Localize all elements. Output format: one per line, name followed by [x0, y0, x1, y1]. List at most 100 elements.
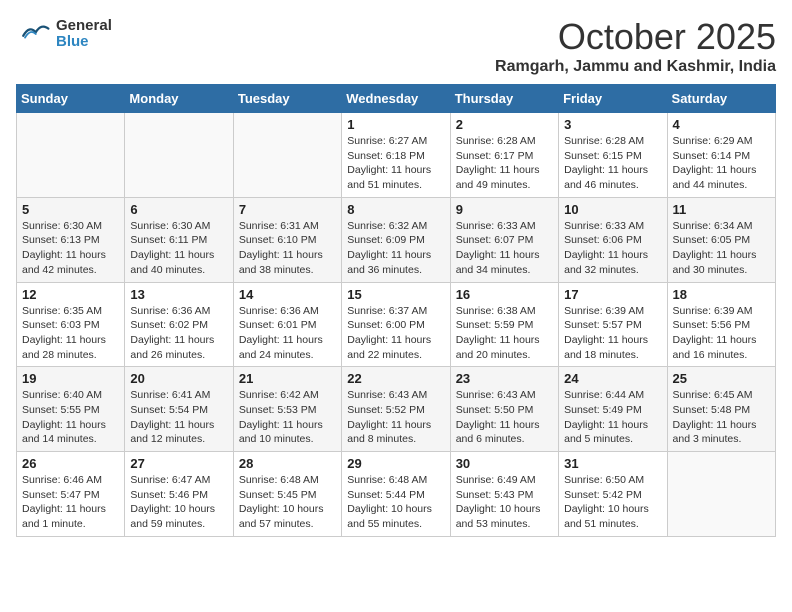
- day-number: 15: [347, 287, 444, 302]
- day-number: 8: [347, 202, 444, 217]
- day-info: Sunrise: 6:27 AMSunset: 6:18 PMDaylight:…: [347, 134, 444, 193]
- day-info: Sunrise: 6:37 AMSunset: 6:00 PMDaylight:…: [347, 304, 444, 363]
- day-number: 19: [22, 371, 119, 386]
- day-number: 11: [673, 202, 770, 217]
- day-info: Sunrise: 6:43 AMSunset: 5:52 PMDaylight:…: [347, 388, 444, 447]
- month-title: October 2025: [495, 16, 776, 58]
- day-number: 1: [347, 117, 444, 132]
- calendar-cell: 13 Sunrise: 6:36 AMSunset: 6:02 PMDayligh…: [125, 282, 233, 367]
- calendar-cell: 25Sunrise: 6:45 AMSunset: 5:48 PMDayligh…: [667, 367, 775, 452]
- calendar-header-thursday: Thursday: [450, 85, 558, 113]
- day-info: Sunrise: 6:46 AMSunset: 5:47 PMDaylight:…: [22, 473, 119, 532]
- calendar-cell: 14 Sunrise: 6:36 AMSunset: 6:01 PMDayligh…: [233, 282, 341, 367]
- day-info: Sunrise: 6:29 AMSunset: 6:14 PMDaylight:…: [673, 134, 770, 193]
- calendar-header-saturday: Saturday: [667, 85, 775, 113]
- calendar-cell: 6 Sunrise: 6:30 AMSunset: 6:11 PMDaylight…: [125, 197, 233, 282]
- calendar-header-monday: Monday: [125, 85, 233, 113]
- calendar-header-wednesday: Wednesday: [342, 85, 450, 113]
- calendar-cell: 2 Sunrise: 6:28 AMSunset: 6:17 PMDaylight…: [450, 113, 558, 198]
- calendar-cell: 19Sunrise: 6:40 AMSunset: 5:55 PMDayligh…: [17, 367, 125, 452]
- calendar-week-3: 12 Sunrise: 6:35 AMSunset: 6:03 PMDayligh…: [17, 282, 776, 367]
- day-info: Sunrise: 6:28 AMSunset: 6:15 PMDaylight:…: [564, 134, 661, 193]
- calendar-cell: 11 Sunrise: 6:34 AMSunset: 6:05 PMDayligh…: [667, 197, 775, 282]
- day-number: 5: [22, 202, 119, 217]
- calendar-cell: 10 Sunrise: 6:33 AMSunset: 6:06 PMDayligh…: [559, 197, 667, 282]
- day-info: Sunrise: 6:41 AMSunset: 5:54 PMDaylight:…: [130, 388, 227, 447]
- day-number: 24: [564, 371, 661, 386]
- day-number: 21: [239, 371, 336, 386]
- calendar-cell: 5 Sunrise: 6:30 AMSunset: 6:13 PMDaylight…: [17, 197, 125, 282]
- location-title: Ramgarh, Jammu and Kashmir, India: [495, 58, 776, 76]
- calendar-cell: [233, 113, 341, 198]
- calendar-cell: 21 Sunrise: 6:42 AMSunset: 5:53 PMDayligh…: [233, 367, 341, 452]
- title-area: October 2025 Ramgarh, Jammu and Kashmir,…: [495, 16, 776, 76]
- day-number: 9: [456, 202, 553, 217]
- day-info: Sunrise: 6:36 AMSunset: 6:02 PMDaylight:…: [130, 304, 227, 363]
- day-info: Sunrise: 6:38 AMSunset: 5:59 PMDaylight:…: [456, 304, 553, 363]
- calendar-cell: [17, 113, 125, 198]
- day-number: 3: [564, 117, 661, 132]
- header: General Blue October 2025 Ramgarh, Jammu…: [16, 16, 776, 76]
- day-info: Sunrise: 6:50 AMSunset: 5:42 PMDaylight:…: [564, 473, 661, 532]
- calendar-cell: 9 Sunrise: 6:33 AMSunset: 6:07 PMDaylight…: [450, 197, 558, 282]
- day-number: 14: [239, 287, 336, 302]
- logo-general-text: General: [56, 18, 112, 35]
- day-info: Sunrise: 6:33 AMSunset: 6:06 PMDaylight:…: [564, 219, 661, 278]
- calendar-cell: 26 Sunrise: 6:46 AMSunset: 5:47 PMDayligh…: [17, 452, 125, 537]
- day-number: 26: [22, 456, 119, 471]
- calendar-cell: 4 Sunrise: 6:29 AMSunset: 6:14 PMDaylight…: [667, 113, 775, 198]
- day-info: Sunrise: 6:36 AMSunset: 6:01 PMDaylight:…: [239, 304, 336, 363]
- calendar-cell: 16 Sunrise: 6:38 AMSunset: 5:59 PMDayligh…: [450, 282, 558, 367]
- day-info: Sunrise: 6:30 AMSunset: 6:11 PMDaylight:…: [130, 219, 227, 278]
- calendar-cell: 8Sunrise: 6:32 AMSunset: 6:09 PMDaylight…: [342, 197, 450, 282]
- calendar-cell: 12 Sunrise: 6:35 AMSunset: 6:03 PMDayligh…: [17, 282, 125, 367]
- day-info: Sunrise: 6:34 AMSunset: 6:05 PMDaylight:…: [673, 219, 770, 278]
- day-number: 20: [130, 371, 227, 386]
- day-number: 12: [22, 287, 119, 302]
- calendar-cell: 23Sunrise: 6:43 AMSunset: 5:50 PMDayligh…: [450, 367, 558, 452]
- day-info: Sunrise: 6:39 AMSunset: 5:56 PMDaylight:…: [673, 304, 770, 363]
- calendar-cell: 30 Sunrise: 6:49 AMSunset: 5:43 PMDayligh…: [450, 452, 558, 537]
- calendar-cell: 22 Sunrise: 6:43 AMSunset: 5:52 PMDayligh…: [342, 367, 450, 452]
- day-number: 22: [347, 371, 444, 386]
- calendar-cell: 15 Sunrise: 6:37 AMSunset: 6:00 PMDayligh…: [342, 282, 450, 367]
- calendar-header-tuesday: Tuesday: [233, 85, 341, 113]
- day-info: Sunrise: 6:47 AMSunset: 5:46 PMDaylight:…: [130, 473, 227, 532]
- logo: General Blue: [16, 16, 112, 52]
- calendar-week-5: 26 Sunrise: 6:46 AMSunset: 5:47 PMDayligh…: [17, 452, 776, 537]
- day-number: 23: [456, 371, 553, 386]
- calendar-cell: 17Sunrise: 6:39 AMSunset: 5:57 PMDayligh…: [559, 282, 667, 367]
- calendar-cell: 31Sunrise: 6:50 AMSunset: 5:42 PMDayligh…: [559, 452, 667, 537]
- day-number: 17: [564, 287, 661, 302]
- calendar-cell: 27 Sunrise: 6:47 AMSunset: 5:46 PMDayligh…: [125, 452, 233, 537]
- day-number: 25: [673, 371, 770, 386]
- logo-blue-text: Blue: [56, 34, 112, 51]
- day-number: 10: [564, 202, 661, 217]
- day-info: Sunrise: 6:49 AMSunset: 5:43 PMDaylight:…: [456, 473, 553, 532]
- calendar-header-row: SundayMondayTuesdayWednesdayThursdayFrid…: [17, 85, 776, 113]
- calendar-week-1: 1 Sunrise: 6:27 AMSunset: 6:18 PMDaylight…: [17, 113, 776, 198]
- calendar-week-2: 5 Sunrise: 6:30 AMSunset: 6:13 PMDaylight…: [17, 197, 776, 282]
- day-number: 28: [239, 456, 336, 471]
- calendar-cell: [667, 452, 775, 537]
- day-number: 30: [456, 456, 553, 471]
- day-info: Sunrise: 6:48 AMSunset: 5:44 PMDaylight:…: [347, 473, 444, 532]
- day-info: Sunrise: 6:33 AMSunset: 6:07 PMDaylight:…: [456, 219, 553, 278]
- day-number: 4: [673, 117, 770, 132]
- day-number: 16: [456, 287, 553, 302]
- day-info: Sunrise: 6:44 AMSunset: 5:49 PMDaylight:…: [564, 388, 661, 447]
- day-info: Sunrise: 6:42 AMSunset: 5:53 PMDaylight:…: [239, 388, 336, 447]
- day-number: 6: [130, 202, 227, 217]
- day-info: Sunrise: 6:35 AMSunset: 6:03 PMDaylight:…: [22, 304, 119, 363]
- calendar-header-sunday: Sunday: [17, 85, 125, 113]
- day-number: 27: [130, 456, 227, 471]
- calendar-header-friday: Friday: [559, 85, 667, 113]
- day-number: 2: [456, 117, 553, 132]
- day-info: Sunrise: 6:28 AMSunset: 6:17 PMDaylight:…: [456, 134, 553, 193]
- day-info: Sunrise: 6:31 AMSunset: 6:10 PMDaylight:…: [239, 219, 336, 278]
- calendar-cell: 20 Sunrise: 6:41 AMSunset: 5:54 PMDayligh…: [125, 367, 233, 452]
- calendar-cell: [125, 113, 233, 198]
- day-number: 13: [130, 287, 227, 302]
- calendar-cell: 1 Sunrise: 6:27 AMSunset: 6:18 PMDaylight…: [342, 113, 450, 198]
- day-info: Sunrise: 6:30 AMSunset: 6:13 PMDaylight:…: [22, 219, 119, 278]
